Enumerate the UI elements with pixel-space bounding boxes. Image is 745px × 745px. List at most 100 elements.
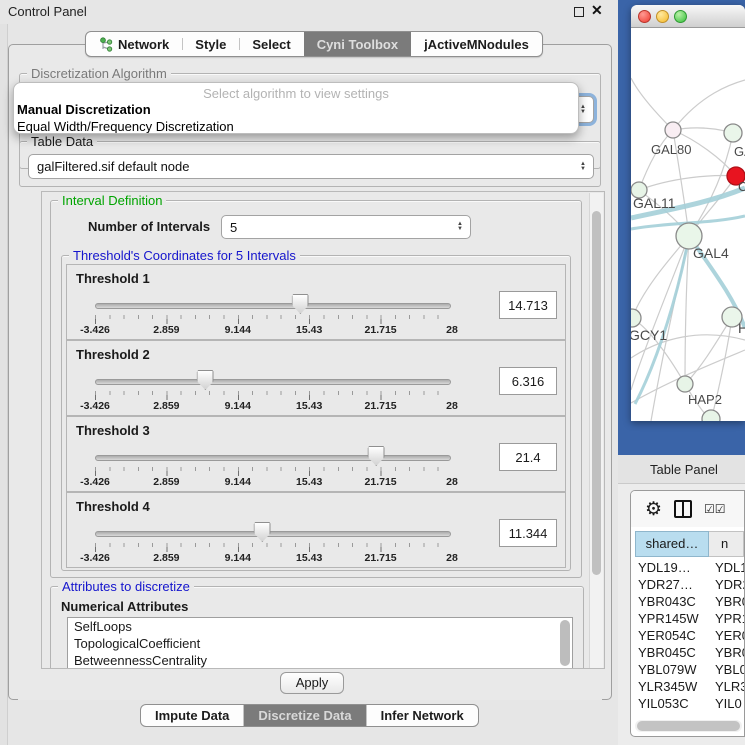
gear-icon[interactable]: ⚙: [645, 500, 662, 519]
cell[interactable]: YER054C: [635, 627, 709, 644]
table-row[interactable]: YBR043CYBR0: [635, 593, 744, 610]
table-data-combobox[interactable]: galFiltered.sif default node ▲▼: [28, 154, 594, 179]
close-icon[interactable]: ✕: [591, 2, 603, 19]
table-row[interactable]: YIL053CYIL0: [635, 695, 744, 712]
tab-impute-data[interactable]: Impute Data: [141, 705, 243, 726]
numerical-attributes-list[interactable]: SelfLoops TopologicalCoefficient Between…: [67, 617, 573, 669]
cell[interactable]: YBR043C: [635, 593, 709, 610]
zoom-traffic-light-icon[interactable]: [674, 10, 687, 23]
cell[interactable]: YPR145W: [635, 610, 709, 627]
slider-thumb[interactable]: [292, 294, 309, 314]
network-window: GAL80 GA C GAL11 GAL4 GCY1 H HAP2: [631, 5, 745, 421]
list-item[interactable]: TopologicalCoefficient: [68, 635, 572, 652]
table-row[interactable]: YPR145WYPR1: [635, 610, 744, 627]
node-label-gcy1: GCY1: [631, 327, 667, 343]
tab-network[interactable]: Network: [86, 32, 182, 56]
scale-tick-label: 9.144: [225, 552, 251, 564]
table-horizontal-scrollbar[interactable]: [635, 720, 742, 732]
table-panel-titlebar: Table Panel: [618, 455, 745, 484]
node-label-ga: GA: [734, 144, 745, 159]
settings-scrollbar-thumb[interactable]: [592, 211, 601, 575]
scale-tick-label: 28: [446, 476, 458, 488]
slider-thumb[interactable]: [197, 370, 214, 390]
table-row[interactable]: YDL19…YDL1: [635, 559, 744, 576]
tab-jactivemnodules[interactable]: jActiveMNodules: [411, 32, 542, 56]
attributes-group: Attributes to discretize Numerical Attri…: [50, 586, 584, 669]
node-gal80[interactable]: [665, 122, 681, 138]
cell[interactable]: YBR0: [709, 644, 744, 661]
node-bottom-partial[interactable]: [702, 410, 720, 421]
network-window-titlebar[interactable]: [631, 5, 745, 28]
threshold-4-slider[interactable]: [95, 529, 451, 539]
cell[interactable]: YBL0: [709, 661, 744, 678]
list-scrollbar[interactable]: [560, 620, 570, 668]
cell[interactable]: YLR3: [709, 678, 744, 695]
node-top-right[interactable]: [724, 124, 742, 142]
apply-button[interactable]: Apply: [280, 672, 344, 694]
cell[interactable]: YDR27…: [635, 576, 709, 593]
tab-infer-network[interactable]: Infer Network: [366, 705, 478, 726]
close-traffic-light-icon[interactable]: [638, 10, 651, 23]
threshold-1-value[interactable]: 14.713: [499, 291, 557, 319]
table-body[interactable]: YDL19…YDL1 YDR27…YDR2 YBR043CYBR0 YPR145…: [635, 559, 744, 714]
node-hap2[interactable]: [677, 376, 693, 392]
threshold-3-value[interactable]: 21.4: [499, 443, 557, 471]
tab-cyni-toolbox[interactable]: Cyni Toolbox: [304, 32, 411, 56]
select-columns-icon[interactable]: ☑☑: [704, 502, 726, 516]
table-row[interactable]: YER054CYER0: [635, 627, 744, 644]
cell[interactable]: YBR0: [709, 593, 744, 610]
settings-scrollbar[interactable]: [589, 193, 603, 669]
panel-title: Control Panel: [8, 4, 87, 19]
threshold-panel-3: Threshold 3 -3.426 2.859 9.144 15.43 21.…: [66, 416, 566, 492]
scale-tick-label: 9.144: [225, 400, 251, 412]
scale-tick-label: 2.859: [153, 476, 179, 488]
table-data-title: Table Data: [27, 134, 97, 149]
scale-tick-label: 9.144: [225, 324, 251, 336]
node-label-h: H: [738, 320, 745, 336]
tab-discretize-data[interactable]: Discretize Data: [243, 705, 365, 726]
threshold-2-label: Threshold 2: [76, 347, 150, 362]
scale-tick-label: -3.426: [80, 476, 110, 488]
dropdown-option-equal-width[interactable]: Equal Width/Frequency Discretization: [14, 118, 578, 134]
tab-style[interactable]: Style: [182, 32, 239, 56]
threshold-2-slider[interactable]: [95, 377, 451, 387]
cell[interactable]: YIL053C: [635, 695, 709, 712]
cell[interactable]: YIL0: [709, 695, 744, 712]
network-canvas[interactable]: GAL80 GA C GAL11 GAL4 GCY1 H HAP2: [631, 28, 745, 421]
table-row[interactable]: YBR045CYBR0: [635, 644, 744, 661]
cell[interactable]: YDL1: [709, 559, 744, 576]
threshold-3-slider[interactable]: [95, 453, 451, 463]
slider-thumb[interactable]: [254, 522, 271, 542]
cell[interactable]: YPR1: [709, 610, 744, 627]
list-scrollbar-thumb[interactable]: [560, 620, 570, 666]
cell[interactable]: YDL19…: [635, 559, 709, 576]
cell[interactable]: YER0: [709, 627, 744, 644]
number-of-intervals-value: 5: [230, 220, 237, 235]
number-of-intervals-combobox[interactable]: 5 ▲▼: [221, 215, 471, 239]
top-tab-bar: Network Style Select Cyni Toolbox jActiv…: [85, 31, 543, 57]
app-root: Control Panel ✕ Discretization Algorithm…: [0, 0, 745, 745]
list-item[interactable]: BetweennessCentrality: [68, 652, 572, 669]
threshold-4-value[interactable]: 11.344: [499, 519, 557, 547]
cell[interactable]: YBL079W: [635, 661, 709, 678]
split-columns-icon[interactable]: [674, 500, 692, 518]
table-row[interactable]: YLR345WYLR3: [635, 678, 744, 695]
column-header-shared-name[interactable]: shared…: [635, 531, 709, 557]
table-window: ⚙ ☑☑ shared… n YDL19…YDL1 YDR27…YDR2 YBR…: [630, 490, 745, 737]
cell[interactable]: YLR345W: [635, 678, 709, 695]
threshold-1-slider[interactable]: [95, 301, 451, 311]
table-row[interactable]: YBL079WYBL0: [635, 661, 744, 678]
tab-label: jActiveMNodules: [424, 37, 529, 52]
cell[interactable]: YBR045C: [635, 644, 709, 661]
slider-thumb[interactable]: [368, 446, 385, 466]
float-window-icon[interactable]: [574, 7, 584, 17]
cell[interactable]: YDR2: [709, 576, 744, 593]
table-scrollbar-thumb[interactable]: [637, 721, 740, 731]
tab-select[interactable]: Select: [239, 32, 303, 56]
list-item[interactable]: SelfLoops: [68, 618, 572, 635]
dropdown-option-manual[interactable]: Manual Discretization: [14, 101, 578, 118]
minimize-traffic-light-icon[interactable]: [656, 10, 669, 23]
threshold-2-value[interactable]: 6.316: [499, 367, 557, 395]
column-header-name[interactable]: n: [709, 531, 744, 557]
table-row[interactable]: YDR27…YDR2: [635, 576, 744, 593]
